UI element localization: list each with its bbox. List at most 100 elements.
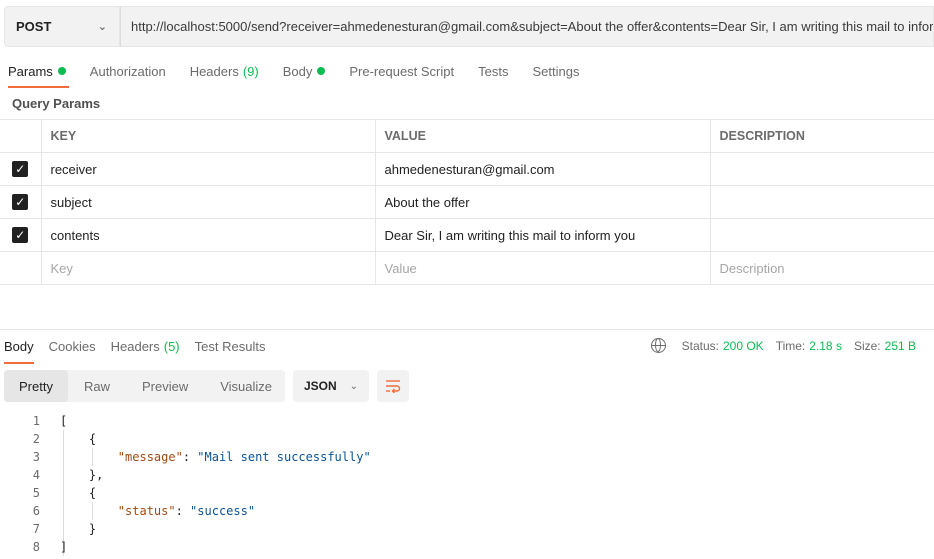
code-text: } [60,522,97,536]
globe-icon[interactable] [650,338,666,353]
status-info[interactable]: Status: 200 OK [682,339,764,353]
view-preview-button[interactable]: Preview [126,370,204,402]
row-checkbox-cell [0,251,42,285]
code-text: ] [60,540,68,554]
response-tab-headers-label: Headers [110,338,160,354]
size-label: Size: [853,338,881,353]
line-number: 2 [32,432,40,446]
response-tab-cookies[interactable]: Cookies [49,338,96,354]
param-description[interactable] [710,152,934,186]
tab-headers-label: Headers [189,63,239,79]
time-value: 2.18 s [809,338,842,353]
method-label: POST [16,19,52,34]
line-number: 4 [32,468,40,482]
line-number: 1 [32,414,40,428]
param-key[interactable]: receiver [41,152,376,186]
chevron-down-icon: ⌄ [349,380,358,392]
table-header-row: KEY VALUE DESCRIPTION [0,119,934,153]
format-label: JSON [304,379,337,393]
wrap-lines-icon [386,380,401,393]
param-value[interactable]: About the offer [375,185,711,219]
header-description: DESCRIPTION [710,119,934,153]
table-row: ✓ subject About the offer [0,185,934,219]
code-text: "message": "Mail sent successfully" [117,450,371,464]
request-tabs: Params Authorization Headers (9) Body Pre… [8,62,603,88]
tab-params[interactable]: Params [8,62,69,88]
tab-tests-label: Tests [478,63,509,79]
response-tab-body[interactable]: Body [4,338,34,364]
url-input[interactable]: http://localhost:5000/send?receiver=ahme… [120,6,934,47]
new-key-input[interactable]: Key [41,251,376,285]
tab-pre-request-script[interactable]: Pre-request Script [349,62,454,80]
request-url-bar: POST ⌄ http://localhost:5000/send?receiv… [4,6,934,47]
params-indicator-dot [57,67,66,75]
tab-settings[interactable]: Settings [532,62,579,80]
code-line: 2 { [0,430,934,448]
wrap-lines-button[interactable] [377,370,409,402]
table-row: ✓ contents Dear Sir, I am writing this m… [0,218,934,252]
tab-params-label: Params [8,63,53,79]
line-number: 6 [32,504,40,518]
line-number: 5 [32,486,40,500]
code-line: 1[ [0,412,934,430]
response-tab-cookies-label: Cookies [48,338,96,354]
new-value-input[interactable]: Value [375,251,711,285]
view-mode-group: Pretty Raw Preview Visualize [4,370,285,402]
code-text: { [60,432,97,446]
tab-settings-label: Settings [532,63,580,79]
status-label: Status: [681,338,719,353]
pane-divider[interactable] [0,329,934,330]
line-number: 3 [32,450,40,464]
response-tab-test-results-label: Test Results [194,338,266,354]
header-key: KEY [41,119,376,153]
tab-tests[interactable]: Tests [478,62,508,80]
param-key[interactable]: contents [41,218,376,252]
tab-body-label: Body [282,63,313,79]
param-value[interactable]: ahmedenesturan@gmail.com [375,152,711,186]
response-headers-count: (5) [163,338,180,354]
new-description-input[interactable]: Description [710,251,934,285]
code-line: 3 "message": "Mail sent successfully" [0,448,934,466]
view-raw-button[interactable]: Raw [68,370,126,402]
headers-count: (9) [242,63,259,79]
row-checkbox-cell: ✓ [0,185,42,219]
code-text: [ [60,414,68,428]
code-text: { [60,486,97,500]
query-params-title: Query Params [12,96,101,111]
body-indicator-dot [317,67,326,75]
row-checkbox-cell: ✓ [0,152,42,186]
tab-authorization[interactable]: Authorization [90,62,166,80]
response-body-code[interactable]: 1[ 2 { 3 "message": "Mail sent successfu… [0,412,934,556]
tab-body[interactable]: Body [283,62,326,80]
status-value: 200 OK [722,338,764,353]
param-description[interactable] [710,218,934,252]
checkbox-checked[interactable]: ✓ [12,161,29,178]
param-value[interactable]: Dear Sir, I am writing this mail to info… [375,218,711,252]
time-info[interactable]: Time: 2.18 s [776,339,842,353]
response-tab-body-label: Body [4,338,34,354]
param-description[interactable] [710,185,934,219]
method-select[interactable]: POST ⌄ [4,6,120,47]
code-line: 5 { [0,484,934,502]
view-visualize-button[interactable]: Visualize [204,370,288,402]
code-line: 6 "status": "success" [0,502,934,520]
size-info[interactable]: Size: 251 B [854,339,916,353]
table-row-empty: Key Value Description [0,251,934,285]
size-value: 251 B [884,338,916,353]
format-select[interactable]: JSON ⌄ [293,370,369,402]
checkbox-checked[interactable]: ✓ [12,194,29,211]
time-label: Time: [775,338,806,353]
code-text: }, [60,468,104,482]
header-value: VALUE [375,119,711,153]
param-key[interactable]: subject [41,185,376,219]
view-pretty-button[interactable]: Pretty [4,370,68,402]
code-line: 7 } [0,520,934,538]
line-number: 8 [32,540,40,554]
tab-pre-request-label: Pre-request Script [349,63,455,79]
response-tab-headers[interactable]: Headers (5) [111,338,180,354]
checkbox-checked[interactable]: ✓ [12,227,29,244]
row-checkbox-cell: ✓ [0,218,42,252]
query-params-table: KEY VALUE DESCRIPTION ✓ receiver ahmeden… [0,119,934,285]
tab-headers[interactable]: Headers (9) [190,62,259,80]
response-tab-test-results[interactable]: Test Results [195,338,266,354]
